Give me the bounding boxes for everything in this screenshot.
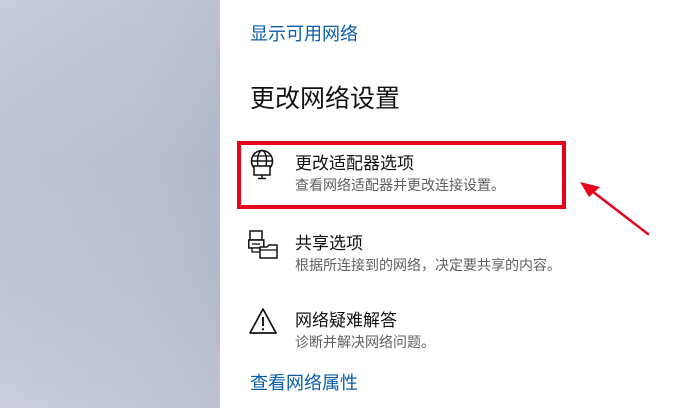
change-adapter-options-title: 更改适配器选项 [295,154,414,174]
blurred-background-panel [0,0,220,408]
globe-monitor-icon [248,149,278,180]
network-troubleshooter-description: 诊断并解决网络问题。 [295,335,435,351]
section-title: 更改网络设置 [250,84,401,113]
network-troubleshooter-item[interactable]: 网络疑难解答 诊断并解决网络问题。 [248,306,578,358]
sharing-options-item[interactable]: 共享选项 根据所连接到的网络，决定要共享的内容。 [248,229,578,281]
sharing-options-description: 根据所连接到的网络，决定要共享的内容。 [295,258,561,274]
network-troubleshooter-title: 网络疑难解答 [295,311,397,331]
change-adapter-options-item[interactable]: 更改适配器选项 查看网络适配器并更改连接设置。 [248,149,578,201]
network-settings-pane: 显示可用网络 更改网络设置 更改适配器选项 查看网络适配器并更改连接设置。 共享… [220,0,692,408]
settings-window: 显示可用网络 更改网络设置 更改适配器选项 查看网络适配器并更改连接设置。 共享… [0,0,692,408]
show-available-networks-link[interactable]: 显示可用网络 [250,20,358,46]
change-adapter-options-description: 查看网络适配器并更改连接设置。 [295,178,505,194]
view-network-properties-link[interactable]: 查看网络属性 [250,369,358,395]
sharing-printer-icon [248,229,278,259]
warning-icon [248,306,278,336]
sharing-options-title: 共享选项 [295,234,363,254]
